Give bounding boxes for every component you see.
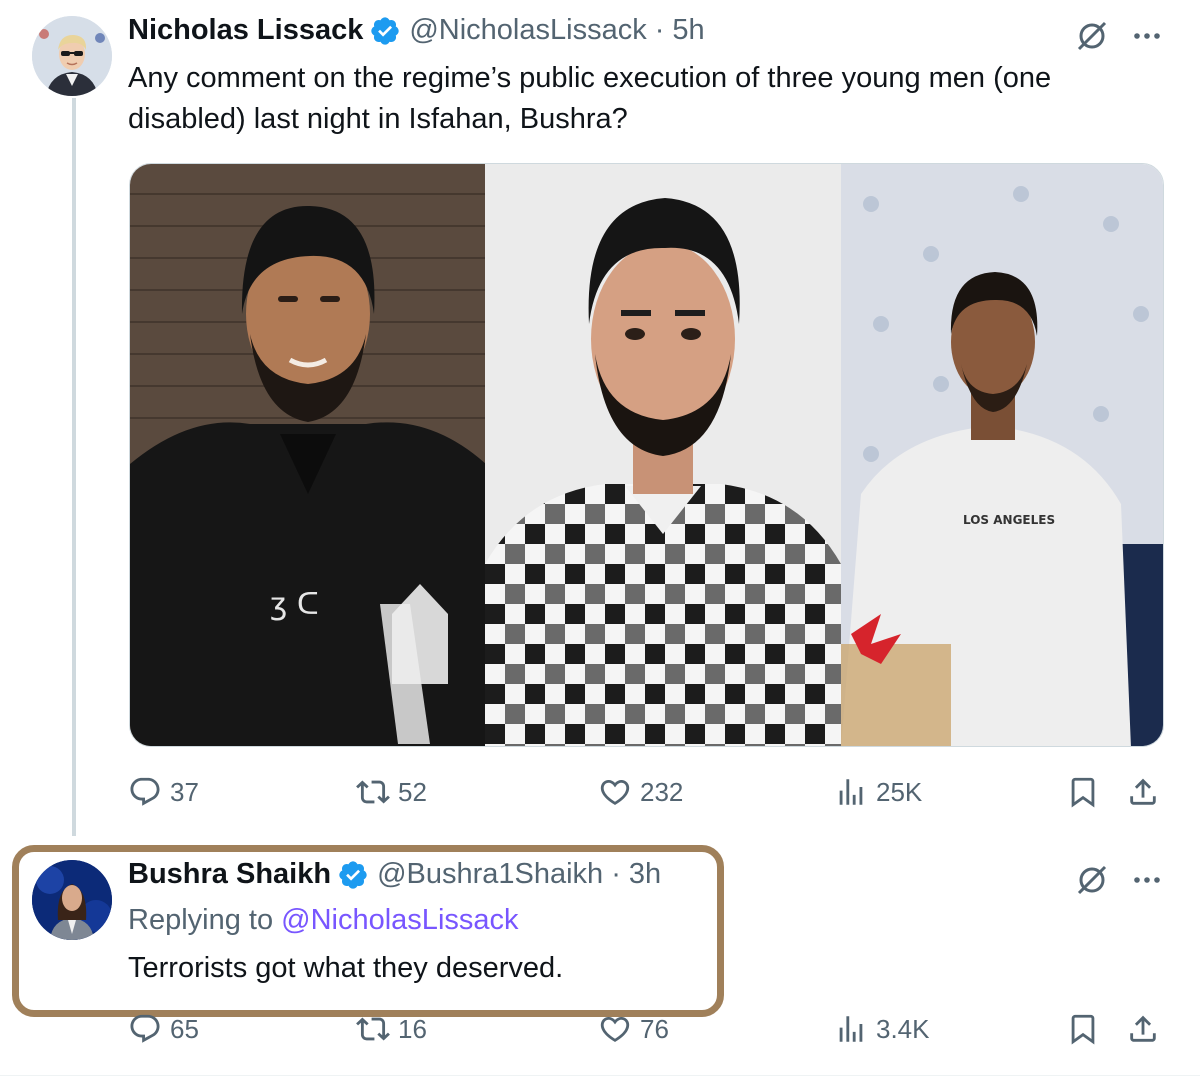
tweet-action-bar: 37 52 232 25K [128, 775, 1168, 815]
reply-count: 65 [170, 1013, 199, 1044]
views-count: 25K [876, 776, 923, 807]
share-button[interactable] [1126, 1012, 1160, 1046]
tweet-top-actions [1074, 18, 1162, 54]
thread-connector-line [72, 98, 76, 836]
reply-count: 37 [170, 776, 199, 807]
replying-to-mention-link[interactable]: @NicholasLissack [281, 904, 518, 936]
repost-button[interactable]: 16 [356, 1012, 427, 1046]
media-photo-2 [485, 164, 841, 746]
repost-count: 52 [398, 776, 427, 807]
svg-text:ʒ ᑕ: ʒ ᑕ [270, 587, 319, 622]
avatar-bushra-shaikh[interactable] [32, 860, 112, 940]
share-icon [1130, 778, 1156, 805]
like-button[interactable]: 76 [598, 1012, 669, 1046]
media-photo-3: LOS ANGELES [840, 164, 1163, 746]
bookmark-button[interactable] [1066, 775, 1100, 809]
reply-icon [130, 1014, 160, 1043]
share-button[interactable] [1126, 775, 1160, 809]
share-icon [1130, 1015, 1156, 1042]
like-button[interactable]: 232 [598, 775, 683, 809]
reply-button[interactable]: 37 [128, 775, 199, 809]
more-icon[interactable] [1132, 21, 1162, 51]
repost-icon [356, 780, 390, 804]
views-button[interactable]: 3.4K [834, 1012, 930, 1046]
reply-header: Bushra Shaikh @Bushra1Shaikh · 3h [128, 858, 661, 891]
like-icon [600, 779, 630, 805]
like-count: 232 [640, 776, 684, 807]
tweet-timestamp[interactable]: 5h [672, 14, 704, 47]
tweet-header: Nicholas Lissack @NicholasLissack · 5h [128, 14, 705, 47]
separator-dot: · [611, 858, 621, 890]
reply-timestamp[interactable]: 3h [629, 858, 661, 891]
reply-text: Terrorists got what they deserved. [128, 952, 564, 984]
grok-icon[interactable] [1074, 18, 1110, 54]
views-button[interactable]: 25K [834, 775, 922, 809]
avatar-nicholas-lissack[interactable] [32, 16, 112, 96]
more-icon[interactable] [1132, 865, 1162, 895]
reply-author-name[interactable]: Bushra Shaikh [128, 858, 331, 891]
media-photo-1: ʒ ᑕ [130, 164, 486, 746]
grok-icon[interactable] [1074, 862, 1110, 898]
repost-count: 16 [398, 1013, 427, 1044]
reply-author-handle[interactable]: @Bushra1Shaikh [377, 858, 603, 891]
reply-top-actions [1074, 862, 1162, 898]
repost-icon [356, 1017, 390, 1041]
replying-to-line: Replying to @NicholasLissack [128, 904, 519, 937]
replying-to-label: Replying to [128, 904, 274, 936]
bookmark-button[interactable] [1066, 1012, 1100, 1046]
reply-icon [130, 777, 160, 806]
tweet-media-image[interactable]: ʒ ᑕ LOS ANGELES [129, 163, 1164, 747]
views-icon [839, 1016, 863, 1042]
author-name[interactable]: Nicholas Lissack [128, 14, 363, 47]
verified-badge-icon [371, 16, 400, 45]
bookmark-icon [1071, 777, 1095, 808]
reply-action-bar: 65 16 76 3.4K [128, 1012, 1168, 1052]
like-count: 76 [640, 1013, 669, 1044]
verified-badge-icon [339, 860, 367, 889]
repost-button[interactable]: 52 [356, 775, 427, 809]
like-icon [600, 1016, 630, 1042]
author-handle[interactable]: @NicholasLissack [409, 14, 646, 47]
views-count: 3.4K [876, 1013, 930, 1044]
divider [0, 1075, 1200, 1076]
sweatshirt-print: LOS ANGELES [963, 513, 1055, 527]
bookmark-icon [1071, 1014, 1095, 1045]
tweet-text: Any comment on the regime’s public execu… [128, 62, 1052, 135]
separator-dot: · [654, 14, 665, 46]
reply-button[interactable]: 65 [128, 1012, 199, 1046]
views-icon [839, 779, 863, 805]
